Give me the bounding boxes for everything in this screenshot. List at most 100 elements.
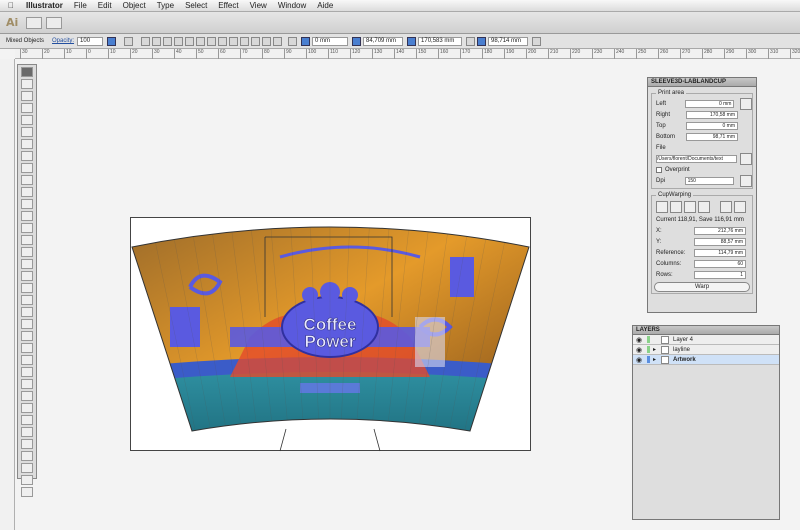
warp-x-field[interactable]: 212,76 mm (694, 226, 746, 235)
distribute-bottom-icon[interactable] (229, 36, 239, 46)
scissors-tool-icon[interactable] (21, 379, 33, 389)
align-middle-icon[interactable] (185, 36, 195, 46)
distribute-right-icon[interactable] (262, 36, 272, 46)
transform-icon[interactable] (532, 36, 542, 46)
file-path-field[interactable]: /Users/florent/Documents/text (656, 154, 738, 163)
layer-row[interactable]: ◉ Layer 4 (633, 335, 779, 345)
align-top-icon[interactable] (174, 36, 184, 46)
visibility-eye-icon[interactable]: ◉ (636, 356, 644, 364)
stroke-tool-icon[interactable] (21, 427, 33, 437)
apple-icon[interactable]:  (8, 1, 18, 10)
opacity-label[interactable]: Opacity: (52, 38, 74, 44)
top-field[interactable]: 0 mm (686, 121, 738, 130)
lasso-tool-icon[interactable] (21, 103, 33, 113)
warp-tool-icon[interactable] (21, 235, 33, 245)
zoom-tool-icon[interactable] (21, 403, 33, 413)
warp-button[interactable]: Warp (654, 281, 750, 292)
crop-tool-icon[interactable] (21, 355, 33, 365)
cup-cancel-button[interactable] (734, 201, 746, 213)
none-color-tool-icon[interactable] (21, 475, 33, 485)
rectangle-tool-icon[interactable] (21, 151, 33, 161)
menu-type[interactable]: Type (157, 1, 174, 10)
vertical-ruler[interactable] (0, 59, 15, 530)
reference-field[interactable]: 114,79 mm (694, 248, 746, 257)
color-mode-tool-icon[interactable] (21, 463, 33, 473)
warp-y-field[interactable]: 88,57 mm (694, 237, 746, 246)
align-center-icon[interactable] (152, 36, 162, 46)
opacity-field[interactable]: 100 (77, 36, 104, 46)
horizontal-ruler[interactable]: 30 20 10 0 10 20 30 40 50 60 70 80 90 100 110 120 130 140… (15, 49, 800, 59)
cup-shape-4-button[interactable] (698, 201, 710, 213)
line-tool-icon[interactable] (21, 139, 33, 149)
style-icon[interactable] (124, 36, 134, 46)
export-button[interactable] (740, 174, 752, 187)
menu-object[interactable]: Object (123, 1, 146, 10)
hand-tool-icon[interactable] (21, 391, 33, 401)
bottom-field[interactable]: 98,71 mm (686, 132, 738, 141)
type-tool-icon[interactable] (21, 127, 33, 137)
distribute-middle-icon[interactable] (218, 36, 228, 46)
graph-tool-icon[interactable] (21, 271, 33, 281)
free-transform-tool-icon[interactable] (21, 247, 33, 257)
live-paint-tool-icon[interactable] (21, 331, 33, 341)
menu-file[interactable]: File (74, 1, 87, 10)
cup-sleeve-artwork[interactable]: Coffee Power (130, 217, 532, 453)
align-to-icon[interactable] (273, 36, 283, 46)
layer-name[interactable]: Artwork (673, 357, 696, 363)
eraser-tool-icon[interactable] (21, 199, 33, 209)
visibility-eye-icon[interactable]: ◉ (636, 336, 644, 344)
link-proportions-icon[interactable] (466, 36, 476, 46)
gradient-tool-icon[interactable] (21, 295, 33, 305)
menu-window[interactable]: Window (278, 1, 306, 10)
arrange-documents-button[interactable] (46, 16, 63, 29)
scale-tool-icon[interactable] (21, 223, 33, 233)
browse-file-button[interactable] (740, 152, 752, 165)
layer-name[interactable]: Layer 4 (673, 337, 693, 343)
height-field[interactable]: 98,714 mm (488, 36, 529, 46)
rows-field[interactable]: 1 (694, 270, 746, 279)
select-area-button[interactable] (740, 97, 752, 110)
bridge-button[interactable] (26, 16, 43, 29)
distribute-center-icon[interactable] (251, 36, 261, 46)
paintbrush-tool-icon[interactable] (21, 163, 33, 173)
overprint-checkbox[interactable] (656, 166, 662, 173)
dpi-select[interactable]: 150 (684, 176, 735, 185)
distribute-left-icon[interactable] (240, 36, 250, 46)
eyedropper-tool-icon[interactable] (21, 307, 33, 317)
cup-preview-button[interactable] (720, 201, 732, 213)
symbol-sprayer-tool-icon[interactable] (21, 259, 33, 269)
menu-aide[interactable]: Aide (317, 1, 333, 10)
expand-triangle-icon[interactable]: ▸ (653, 356, 661, 363)
x-field[interactable]: 0 mm (312, 36, 349, 46)
layer-row[interactable]: ◉ ▸ layline (633, 345, 779, 355)
menu-effect[interactable]: Effect (218, 1, 238, 10)
slice-tool-icon[interactable] (21, 367, 33, 377)
blob-brush-tool-icon[interactable] (21, 187, 33, 197)
pencil-tool-icon[interactable] (21, 175, 33, 185)
distribute-top-icon[interactable] (207, 36, 217, 46)
blend-tool-icon[interactable] (21, 319, 33, 329)
right-field[interactable]: 170,58 mm (686, 110, 738, 119)
columns-field[interactable]: 60 (694, 259, 746, 268)
menu-select[interactable]: Select (185, 1, 207, 10)
align-right-icon[interactable] (163, 36, 173, 46)
fill-tool-icon[interactable] (21, 415, 33, 425)
menu-view[interactable]: View (250, 1, 267, 10)
pen-tool-icon[interactable] (21, 115, 33, 125)
mesh-tool-icon[interactable] (21, 283, 33, 293)
reference-point-icon[interactable] (288, 36, 298, 46)
visibility-eye-icon[interactable]: ◉ (636, 346, 644, 354)
width-field[interactable]: 170,583 mm (418, 36, 463, 46)
rotate-tool-icon[interactable] (21, 211, 33, 221)
y-field[interactable]: 84,709 mm (363, 36, 404, 46)
default-colors-tool-icon[interactable] (21, 451, 33, 461)
swap-tool-icon[interactable] (21, 439, 33, 449)
align-left-icon[interactable] (141, 36, 151, 46)
selection-tool-icon[interactable] (21, 67, 33, 77)
left-field[interactable]: 0 mm (684, 99, 735, 108)
layer-name[interactable]: layline (673, 347, 690, 353)
screen-mode-tool-icon[interactable] (21, 487, 33, 497)
cup-shape-3-button[interactable] (684, 201, 696, 213)
align-bottom-icon[interactable] (196, 36, 206, 46)
magic-wand-tool-icon[interactable] (21, 91, 33, 101)
